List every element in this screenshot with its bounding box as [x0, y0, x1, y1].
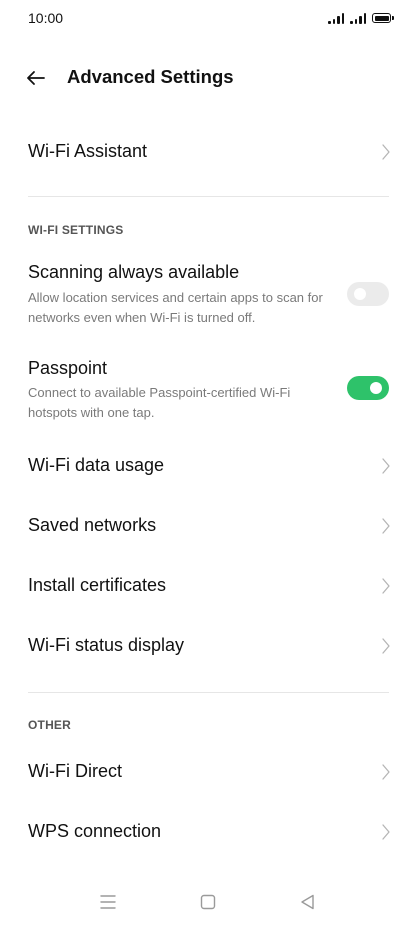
row-title: Wi-Fi Direct — [28, 761, 122, 781]
chevron-right-icon — [382, 144, 390, 160]
passpoint-toggle[interactable] — [347, 376, 389, 400]
status-time: 10:00 — [28, 10, 64, 26]
navigation-bar — [0, 880, 417, 924]
wifi-assistant-row[interactable]: Wi-Fi Assistant — [0, 128, 417, 176]
install-certificates-row[interactable]: Install certificates — [0, 562, 417, 610]
toggle-knob — [354, 288, 366, 300]
section-label-wifi-settings: WI-FI SETTINGS — [28, 223, 124, 237]
battery-icon — [372, 13, 394, 23]
row-subtitle: Connect to available Passpoint-certified… — [28, 385, 291, 420]
back-triangle-icon — [301, 894, 314, 910]
chevron-right-icon — [382, 578, 390, 594]
passpoint-row[interactable]: Passpoint Connect to available Passpoint… — [0, 352, 417, 424]
menu-icon — [100, 895, 116, 909]
chevron-right-icon — [382, 764, 390, 780]
row-title: Scanning always available — [28, 262, 240, 282]
row-title: Wi-Fi Assistant — [28, 141, 148, 161]
page-title: Advanced Settings — [67, 66, 234, 87]
row-title: Passpoint — [28, 358, 108, 378]
app-bar: Advanced Settings — [0, 56, 417, 100]
wifi-status-display-row[interactable]: Wi-Fi status display — [0, 622, 417, 670]
back-button[interactable] — [22, 64, 50, 92]
home-button[interactable] — [198, 892, 218, 912]
arrow-left-icon — [27, 71, 45, 85]
row-subtitle: Allow location services and certain apps… — [28, 290, 323, 325]
chevron-right-icon — [382, 458, 390, 474]
saved-networks-row[interactable]: Saved networks — [0, 502, 417, 550]
chevron-right-icon — [382, 638, 390, 654]
scanning-always-available-row[interactable]: Scanning always available Allow location… — [0, 256, 417, 330]
row-title: Saved networks — [28, 515, 157, 535]
row-title: Wi-Fi status display — [28, 635, 185, 655]
chevron-right-icon — [382, 824, 390, 840]
divider — [28, 196, 389, 197]
signal-icon — [328, 12, 344, 24]
status-icons — [328, 11, 394, 24]
recent-apps-button[interactable] — [98, 892, 118, 912]
home-icon — [200, 894, 216, 910]
wps-connection-row[interactable]: WPS connection — [0, 808, 417, 856]
status-bar: 10:00 — [0, 0, 417, 36]
scanning-toggle[interactable] — [347, 282, 389, 306]
nav-back-button[interactable] — [298, 892, 318, 912]
section-label-other: OTHER — [28, 718, 71, 732]
chevron-right-icon — [382, 518, 390, 534]
row-title: WPS connection — [28, 821, 162, 841]
row-title: Wi-Fi data usage — [28, 455, 165, 475]
row-title: Install certificates — [28, 575, 167, 595]
wifi-direct-row[interactable]: Wi-Fi Direct — [0, 748, 417, 796]
divider — [28, 692, 389, 693]
signal-icon — [350, 12, 366, 24]
wifi-data-usage-row[interactable]: Wi-Fi data usage — [0, 442, 417, 490]
toggle-knob — [370, 382, 382, 394]
